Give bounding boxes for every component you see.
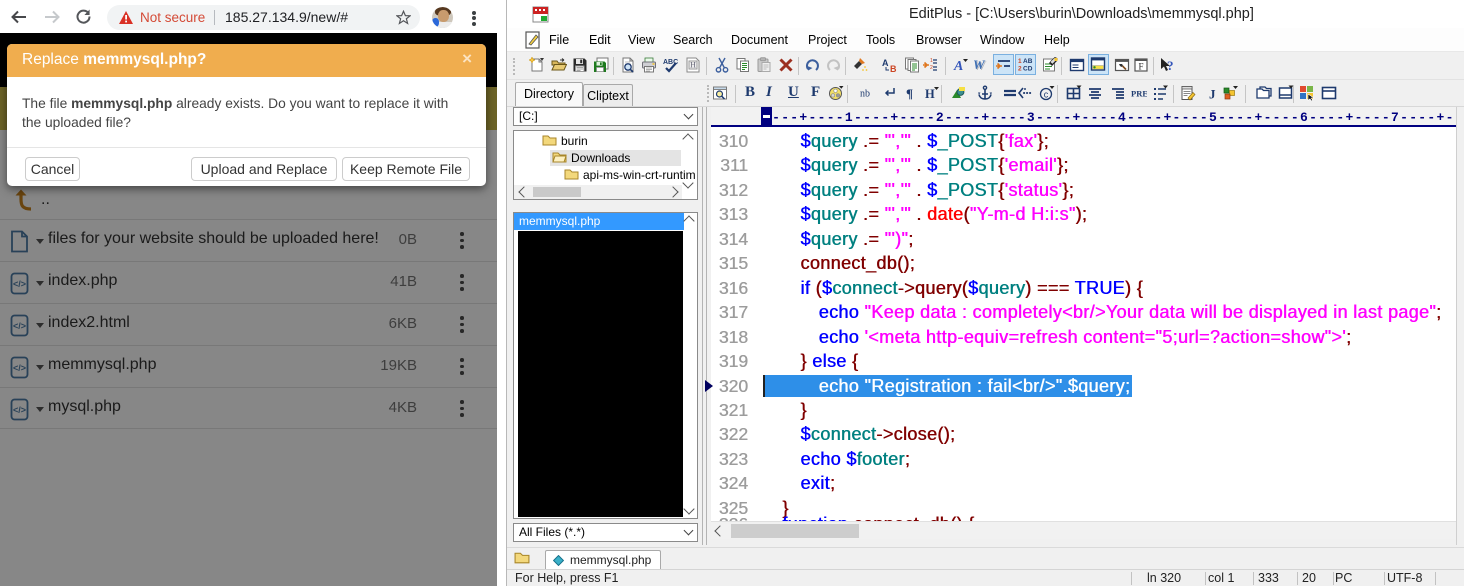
svg-text:W: W: [974, 57, 986, 72]
svg-text:1: 1: [930, 58, 933, 64]
svg-text:c: c: [1044, 89, 1049, 99]
svg-text:ABC: ABC: [663, 59, 678, 66]
svg-text:2: 2: [930, 65, 933, 71]
svg-text:nb: nb: [860, 89, 870, 100]
svg-text:AB: AB: [1023, 58, 1033, 65]
svg-text:1: 1: [1018, 58, 1022, 65]
svg-text:A: A: [882, 58, 889, 68]
svg-text:H: H: [690, 61, 696, 70]
svg-text:A: A: [953, 59, 963, 73]
svg-text:PRE: PRE: [1131, 89, 1147, 99]
svg-text:2: 2: [1018, 66, 1022, 73]
svg-text:H: H: [925, 87, 935, 101]
svg-text:B: B: [890, 64, 897, 73]
svg-text:F: F: [1138, 62, 1143, 72]
svg-text:¶: ¶: [906, 86, 913, 101]
svg-text:J: J: [1209, 87, 1216, 102]
svg-text:?: ?: [1167, 58, 1174, 73]
svg-text:CD: CD: [1023, 66, 1033, 73]
